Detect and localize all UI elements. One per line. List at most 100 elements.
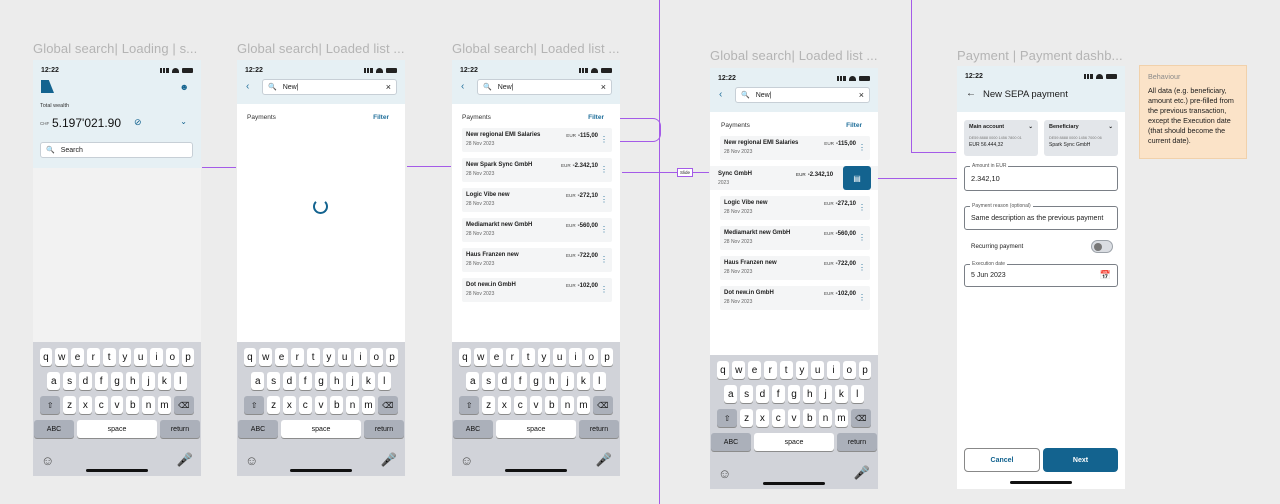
key[interactable]: t bbox=[102, 348, 116, 366]
payment-row[interactable]: Mediamarkt new GmbH 28 Nov 2023 EUR -560,00… bbox=[462, 218, 612, 242]
clear-icon[interactable]: × bbox=[601, 82, 606, 92]
payment-row[interactable]: Logic Vibe new 28 Nov 2023 EUR -272,10 ⋮ bbox=[462, 188, 612, 212]
emoji-icon[interactable]: ☺ bbox=[460, 453, 473, 468]
keyboard[interactable]: qwertyuiop asdfghjkl ⇧ z x c v b n m ⌫ ABC space r… bbox=[237, 342, 405, 476]
key[interactable]: p bbox=[385, 348, 399, 366]
key[interactable]: g bbox=[314, 372, 328, 390]
key[interactable]: e bbox=[275, 348, 288, 366]
key[interactable]: r bbox=[763, 361, 777, 379]
key[interactable]: q bbox=[39, 348, 53, 366]
key[interactable]: y bbox=[322, 348, 336, 366]
key[interactable]: m bbox=[576, 396, 590, 414]
keyboard[interactable]: qwertyuiop asdfghjkl ⇧ z x c v b n m ⌫ ABC space r… bbox=[452, 342, 620, 476]
key[interactable]: f bbox=[513, 372, 527, 390]
key[interactable]: k bbox=[834, 385, 848, 403]
return-key[interactable]: return bbox=[837, 433, 877, 451]
backspace-icon[interactable]: ⌫ bbox=[592, 396, 613, 414]
key[interactable]: i bbox=[354, 348, 367, 366]
key[interactable]: n bbox=[561, 396, 574, 414]
key[interactable]: b bbox=[803, 409, 817, 427]
key[interactable]: q bbox=[458, 348, 472, 366]
keyboard[interactable]: qwertyuiop asdfghjkl ⇧ z x c v b n m ⌫ ABC space r… bbox=[33, 342, 201, 476]
shift-icon[interactable]: ⇧ bbox=[244, 396, 265, 414]
key[interactable]: t bbox=[306, 348, 320, 366]
more-icon[interactable]: ⋮ bbox=[600, 135, 608, 144]
more-icon[interactable]: ⋮ bbox=[858, 203, 866, 212]
emoji-icon[interactable]: ☺ bbox=[41, 453, 54, 468]
key[interactable]: n bbox=[142, 396, 155, 414]
payment-row[interactable]: Mediamarkt new GmbH 28 Nov 2023 EUR -560,00… bbox=[720, 226, 870, 250]
key[interactable]: m bbox=[361, 396, 375, 414]
key[interactable]: p bbox=[858, 361, 872, 379]
key[interactable]: s bbox=[740, 385, 753, 403]
main-account-card[interactable]: Main account ⌄ DE59 8888 0000 1456 7800 0… bbox=[964, 120, 1038, 156]
key[interactable]: j bbox=[346, 372, 359, 390]
key[interactable]: a bbox=[724, 385, 738, 403]
filter-link[interactable]: Filter bbox=[588, 114, 604, 121]
amount-field[interactable]: Amount in EUR 2.342,10 bbox=[964, 163, 1118, 191]
key[interactable]: s bbox=[267, 372, 280, 390]
key[interactable]: r bbox=[86, 348, 100, 366]
key[interactable]: s bbox=[63, 372, 76, 390]
key[interactable]: q bbox=[243, 348, 257, 366]
key[interactable]: o bbox=[842, 361, 856, 379]
key[interactable]: v bbox=[110, 396, 124, 414]
key[interactable]: u bbox=[338, 348, 352, 366]
swiped-payment-row[interactable]: Sync GmbH 2023 EUR -2.342,10 ▤ bbox=[710, 166, 878, 190]
key[interactable]: z bbox=[63, 396, 76, 414]
key[interactable]: e bbox=[71, 348, 84, 366]
space-key[interactable]: space bbox=[281, 420, 361, 438]
key[interactable]: b bbox=[126, 396, 140, 414]
back-arrow-icon[interactable]: ‹ bbox=[461, 81, 464, 92]
key[interactable]: a bbox=[251, 372, 265, 390]
key[interactable]: z bbox=[740, 409, 753, 427]
microphone-icon[interactable]: 🎤 bbox=[854, 465, 870, 481]
key[interactable]: n bbox=[819, 409, 832, 427]
more-icon[interactable]: ⋮ bbox=[858, 263, 866, 272]
return-key[interactable]: return bbox=[160, 420, 200, 438]
key[interactable]: c bbox=[771, 409, 785, 427]
key[interactable]: u bbox=[811, 361, 825, 379]
key[interactable]: a bbox=[466, 372, 480, 390]
key[interactable]: h bbox=[330, 372, 344, 390]
key[interactable]: k bbox=[361, 372, 375, 390]
key[interactable]: g bbox=[110, 372, 124, 390]
calendar-icon[interactable]: 📅 bbox=[1100, 270, 1111, 281]
microphone-icon[interactable]: 🎤 bbox=[596, 452, 612, 468]
key[interactable]: i bbox=[569, 348, 582, 366]
key[interactable]: m bbox=[834, 409, 848, 427]
key[interactable]: x bbox=[79, 396, 92, 414]
shift-icon[interactable]: ⇧ bbox=[717, 409, 738, 427]
payment-row[interactable]: Dot new.in GmbH 28 Nov 2023 EUR -102,00 ⋮ bbox=[720, 286, 870, 310]
key[interactable]: y bbox=[118, 348, 132, 366]
key[interactable]: t bbox=[521, 348, 535, 366]
key[interactable]: l bbox=[377, 372, 391, 390]
key[interactable]: a bbox=[47, 372, 61, 390]
key[interactable]: o bbox=[165, 348, 179, 366]
key[interactable]: l bbox=[850, 385, 864, 403]
key[interactable]: r bbox=[290, 348, 304, 366]
space-key[interactable]: space bbox=[496, 420, 576, 438]
key[interactable]: j bbox=[819, 385, 832, 403]
key[interactable]: w bbox=[474, 348, 488, 366]
emoji-icon[interactable]: ☺ bbox=[245, 453, 258, 468]
key[interactable]: u bbox=[553, 348, 567, 366]
key[interactable]: q bbox=[716, 361, 730, 379]
key[interactable]: k bbox=[576, 372, 590, 390]
key[interactable]: t bbox=[779, 361, 793, 379]
shift-icon[interactable]: ⇧ bbox=[459, 396, 480, 414]
key[interactable]: i bbox=[827, 361, 840, 379]
key[interactable]: e bbox=[748, 361, 761, 379]
search-input[interactable]: 🔍 New| × bbox=[477, 79, 612, 95]
key[interactable]: v bbox=[787, 409, 801, 427]
execution-date-field[interactable]: Execution date 5 Jun 2023 📅 bbox=[964, 261, 1118, 287]
shift-icon[interactable]: ⇧ bbox=[40, 396, 61, 414]
key[interactable]: f bbox=[94, 372, 108, 390]
beneficiary-card[interactable]: Beneficiary ⌄ DE59 8888 0000 1456 7000 06… bbox=[1044, 120, 1118, 156]
key[interactable]: g bbox=[787, 385, 801, 403]
key[interactable]: f bbox=[298, 372, 312, 390]
key[interactable]: f bbox=[771, 385, 785, 403]
payment-row[interactable]: Dot new.in GmbH 28 Nov 2023 EUR -102,00 ⋮ bbox=[462, 278, 612, 302]
backspace-icon[interactable]: ⌫ bbox=[850, 409, 871, 427]
search-input[interactable]: 🔍 New| × bbox=[735, 87, 870, 103]
